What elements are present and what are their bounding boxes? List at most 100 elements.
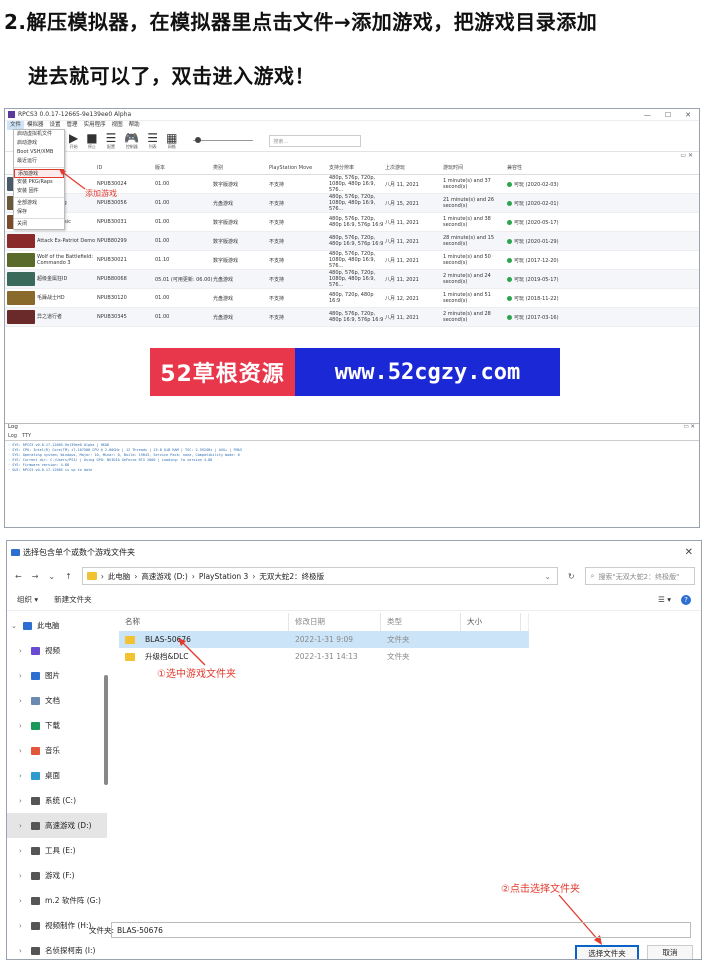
menu-item[interactable]: 实用程序: [81, 121, 109, 130]
select-folder-button[interactable]: 选择文件夹: [575, 945, 639, 959]
game-row[interactable]: Attack Ex-Patriot Demo NPUB80299 01.00 数字版游…: [5, 232, 699, 251]
file-menu-item[interactable]: 保存: [14, 208, 64, 217]
nav-item-label: m.2 软件阵 (G:): [45, 896, 101, 905]
recent-chevron-icon[interactable]: ⌄: [48, 572, 55, 581]
nav-item[interactable]: › 桌面: [7, 763, 107, 788]
nav-item[interactable]: ⌄ 此电脑: [7, 613, 107, 638]
game-move-support: 不支持: [269, 200, 285, 207]
new-folder-button[interactable]: 新建文件夹: [54, 594, 92, 605]
menu-item[interactable]: 视图: [109, 121, 126, 130]
breadcrumb-item[interactable]: 高速游戏 (D:): [141, 571, 188, 582]
toolbar-button[interactable]: ▶ 开始: [69, 132, 78, 150]
forward-arrow-icon[interactable]: →: [32, 572, 39, 581]
chevron-icon[interactable]: ›: [19, 822, 26, 830]
file-menu-item[interactable]: 最近运行: [14, 157, 64, 166]
column-header[interactable]: 兼容性: [507, 164, 597, 171]
icon-size-slider[interactable]: [193, 137, 254, 143]
chevron-down-icon[interactable]: ⌄: [545, 572, 557, 581]
file-menu-item[interactable]: 关闭: [14, 220, 64, 229]
column-header[interactable]: 上次游玩: [385, 164, 443, 171]
file-column-header[interactable]: 修改日期: [289, 613, 381, 631]
address-bar[interactable]: › 此电脑 › 高速游戏 (D:) › PlayStation 3 › 无双大蛇2：终极版 ⌄: [81, 567, 558, 585]
nav-item[interactable]: › 图片: [7, 663, 107, 688]
nav-item[interactable]: › 工具 (E:): [7, 838, 107, 863]
cancel-button[interactable]: 取消: [647, 945, 693, 959]
chevron-icon[interactable]: ›: [19, 672, 26, 680]
column-header[interactable]: ID: [97, 165, 155, 171]
chevron-icon[interactable]: ›: [19, 797, 26, 805]
column-header[interactable]: 类别: [213, 164, 269, 171]
close-icon[interactable]: ✕: [685, 111, 691, 119]
chevron-icon[interactable]: ›: [19, 722, 26, 730]
up-arrow-icon[interactable]: ↑: [65, 572, 72, 581]
nav-scrollbar-thumb[interactable]: [104, 675, 108, 785]
toolbar-button[interactable]: ☰ 配置: [106, 132, 117, 150]
log-tab[interactable]: TTY: [22, 433, 31, 440]
chevron-icon[interactable]: ⌄: [11, 622, 18, 630]
log-dock-controls[interactable]: ▭ ✕: [683, 424, 699, 433]
game-row[interactable]: Persia ClassicNPUB3003101.00数字版游戏不支持480p…: [5, 213, 699, 232]
file-menu-item[interactable]: 启动游戏: [14, 139, 64, 148]
game-search-input[interactable]: 搜索...: [269, 134, 362, 147]
nav-item[interactable]: › 下载: [7, 713, 107, 738]
game-row[interactable]: 毛躁战士HD NPUB30120 01.00 光盘游戏 不支持 480p, 720p, 4…: [5, 289, 699, 308]
toolbar-button[interactable]: ▦ 网格: [166, 132, 177, 150]
file-column-header[interactable]: 大小: [461, 613, 521, 631]
dialog-search-box[interactable]: ⌕ 搜索"无双大蛇2：终极版": [584, 567, 695, 585]
file-menu-item[interactable]: 启动虚拟机文件: [14, 130, 64, 139]
toolbar-button[interactable]: ■ 停止: [86, 132, 97, 150]
log-tab[interactable]: Log: [8, 433, 17, 440]
menu-item[interactable]: 管理: [64, 121, 81, 130]
column-header[interactable]: 支持分辨率: [329, 165, 385, 171]
close-icon[interactable]: ✕: [685, 547, 701, 558]
nav-item[interactable]: › 视频: [7, 638, 107, 663]
minimize-icon[interactable]: —: [644, 111, 651, 119]
chevron-icon[interactable]: ›: [19, 747, 26, 755]
help-icon[interactable]: ?: [681, 594, 691, 605]
game-version: 01.10: [155, 257, 170, 263]
game-row[interactable]: 超级金属狂ID NPUB80068 05.01 (可用更新: 06.00) 光盘游戏 不…: [5, 270, 699, 289]
column-header[interactable]: 版本: [155, 164, 213, 171]
toolbar-button[interactable]: 🎮 控制器: [124, 132, 139, 150]
nav-item[interactable]: › 游戏 (F:): [7, 863, 107, 888]
chevron-icon[interactable]: ›: [19, 847, 26, 855]
nav-item[interactable]: › 系统 (C:): [7, 788, 107, 813]
game-thumbnail: [7, 253, 35, 267]
menu-separator: [14, 197, 64, 198]
nav-item[interactable]: › 音乐: [7, 738, 107, 763]
maximize-icon[interactable]: ☐: [665, 111, 671, 119]
view-options-icon[interactable]: ☰ ▾: [658, 595, 671, 604]
game-last-played: 八月 11, 2021: [385, 276, 419, 283]
breadcrumb-item[interactable]: 无双大蛇2：终极版: [259, 571, 324, 582]
game-play-time: 1 minute(s) and 37 second(s): [443, 178, 491, 190]
chevron-icon[interactable]: ›: [19, 897, 26, 905]
chevron-icon[interactable]: ›: [19, 697, 26, 705]
breadcrumb-item[interactable]: PlayStation 3: [199, 572, 248, 581]
nav-item-icon: [31, 646, 40, 655]
dock-controls[interactable]: ▭ ✕: [5, 152, 699, 160]
column-header[interactable]: PlayStation Move: [269, 165, 329, 171]
slider-knob[interactable]: [195, 137, 202, 143]
file-column-header[interactable]: 类型: [381, 613, 461, 631]
nav-item[interactable]: › 文档: [7, 688, 107, 713]
game-row[interactable]: 异之道行者 NPUB30345 01.00 光盘游戏 不支持 480p, 576p, 72…: [5, 308, 699, 327]
chevron-icon[interactable]: ›: [19, 647, 26, 655]
nav-item[interactable]: › m.2 软件阵 (G:): [7, 888, 107, 913]
chevron-icon[interactable]: ›: [19, 772, 26, 780]
chevron-icon[interactable]: ›: [19, 872, 26, 880]
file-menu-item[interactable]: 全部游戏: [14, 199, 64, 208]
nav-item[interactable]: › 高速游戏 (D:): [7, 813, 107, 838]
organize-button[interactable]: 组织 ▾: [17, 594, 38, 605]
back-arrow-icon[interactable]: ←: [15, 572, 22, 581]
menu-item[interactable]: 帮助: [126, 121, 143, 130]
toolbar-button[interactable]: ☰ 列表: [147, 132, 158, 150]
refresh-icon[interactable]: ↻: [568, 572, 575, 581]
game-row[interactable]: Wolf of the Battlefield: Commando 3 NPUB3…: [5, 251, 699, 270]
nav-scrollbar[interactable]: [104, 613, 108, 903]
breadcrumb-item[interactable]: 此电脑: [108, 571, 131, 582]
game-compatibility: 可玩 (2020-01-29): [507, 238, 597, 245]
folder-name-input[interactable]: BLAS-50676: [111, 922, 691, 938]
file-column-header[interactable]: 名称: [119, 613, 289, 631]
file-menu-item[interactable]: Boot VSH/XMB: [14, 148, 64, 157]
column-header[interactable]: 游玩时间: [443, 165, 507, 171]
